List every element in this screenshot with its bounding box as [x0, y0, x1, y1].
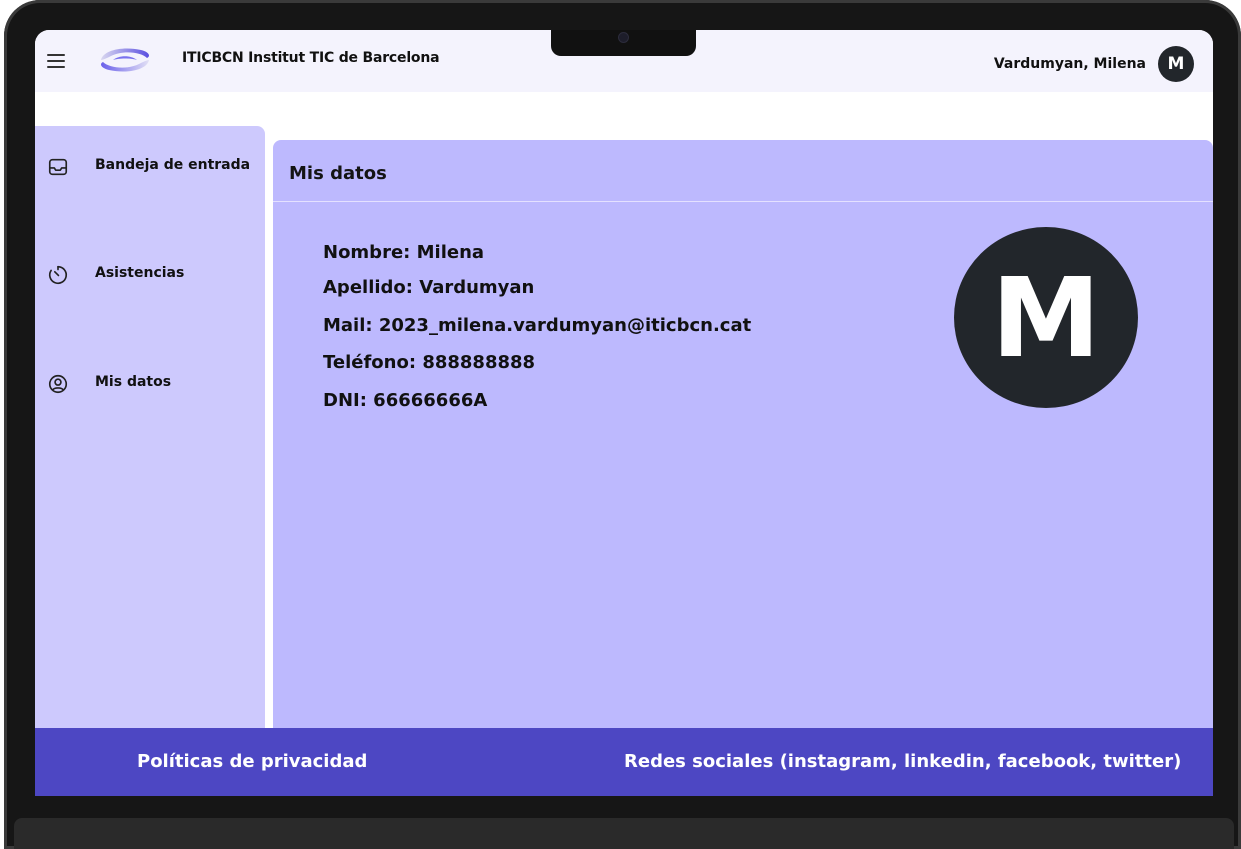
camera-notch [551, 30, 696, 56]
sidebar-item-label: Mis datos [95, 374, 172, 390]
sidebar-item-asistencias[interactable]: Asistencias [35, 259, 265, 289]
camera-icon [618, 32, 629, 43]
hamburger-menu-icon[interactable] [47, 54, 65, 68]
user-circle-icon [48, 374, 68, 394]
field-mail: Mail: 2023_milena.vardumyan@iticbcn.cat [323, 315, 752, 336]
page-title: Mis datos [289, 163, 387, 184]
user-avatar[interactable]: M [1158, 46, 1194, 82]
privacy-link[interactable]: Políticas de privacidad [137, 751, 367, 772]
sidebar-item-mis-datos[interactable]: Mis datos [35, 368, 265, 398]
social-links[interactable]: Redes sociales (instagram, linkedin, fac… [624, 751, 1181, 772]
field-telefono: Teléfono: 888888888 [323, 352, 536, 373]
profile-avatar: M [954, 227, 1138, 408]
logo [101, 48, 149, 72]
field-nombre: Nombre: Milena [323, 242, 485, 263]
laptop-base [14, 818, 1234, 849]
sidebar-item-label: Asistencias [95, 265, 185, 281]
user-name[interactable]: Vardumyan, Milena [994, 56, 1146, 72]
timer-icon [48, 265, 68, 285]
brand-name: ITICBCN Institut TIC de Barcelona [182, 50, 440, 66]
sidebar-item-label: Bandeja de entrada [95, 157, 251, 173]
sidebar-item-bandeja[interactable]: Bandeja de entrada [35, 151, 265, 181]
sidebar: Bandeja de entrada Asistencias Mis datos [35, 126, 265, 730]
footer: Políticas de privacidad Redes sociales (… [35, 728, 1213, 796]
app-window: ITICBCN Institut TIC de Barcelona Vardum… [35, 30, 1213, 796]
inbox-icon [48, 158, 68, 176]
top-bar: ITICBCN Institut TIC de Barcelona Vardum… [35, 30, 1213, 92]
field-dni: DNI: 66666666A [323, 390, 488, 411]
field-apellido: Apellido: Vardumyan [323, 277, 535, 298]
divider [273, 201, 1213, 202]
profile-panel: Mis datos Nombre: Milena Apellido: Vardu… [273, 140, 1213, 730]
